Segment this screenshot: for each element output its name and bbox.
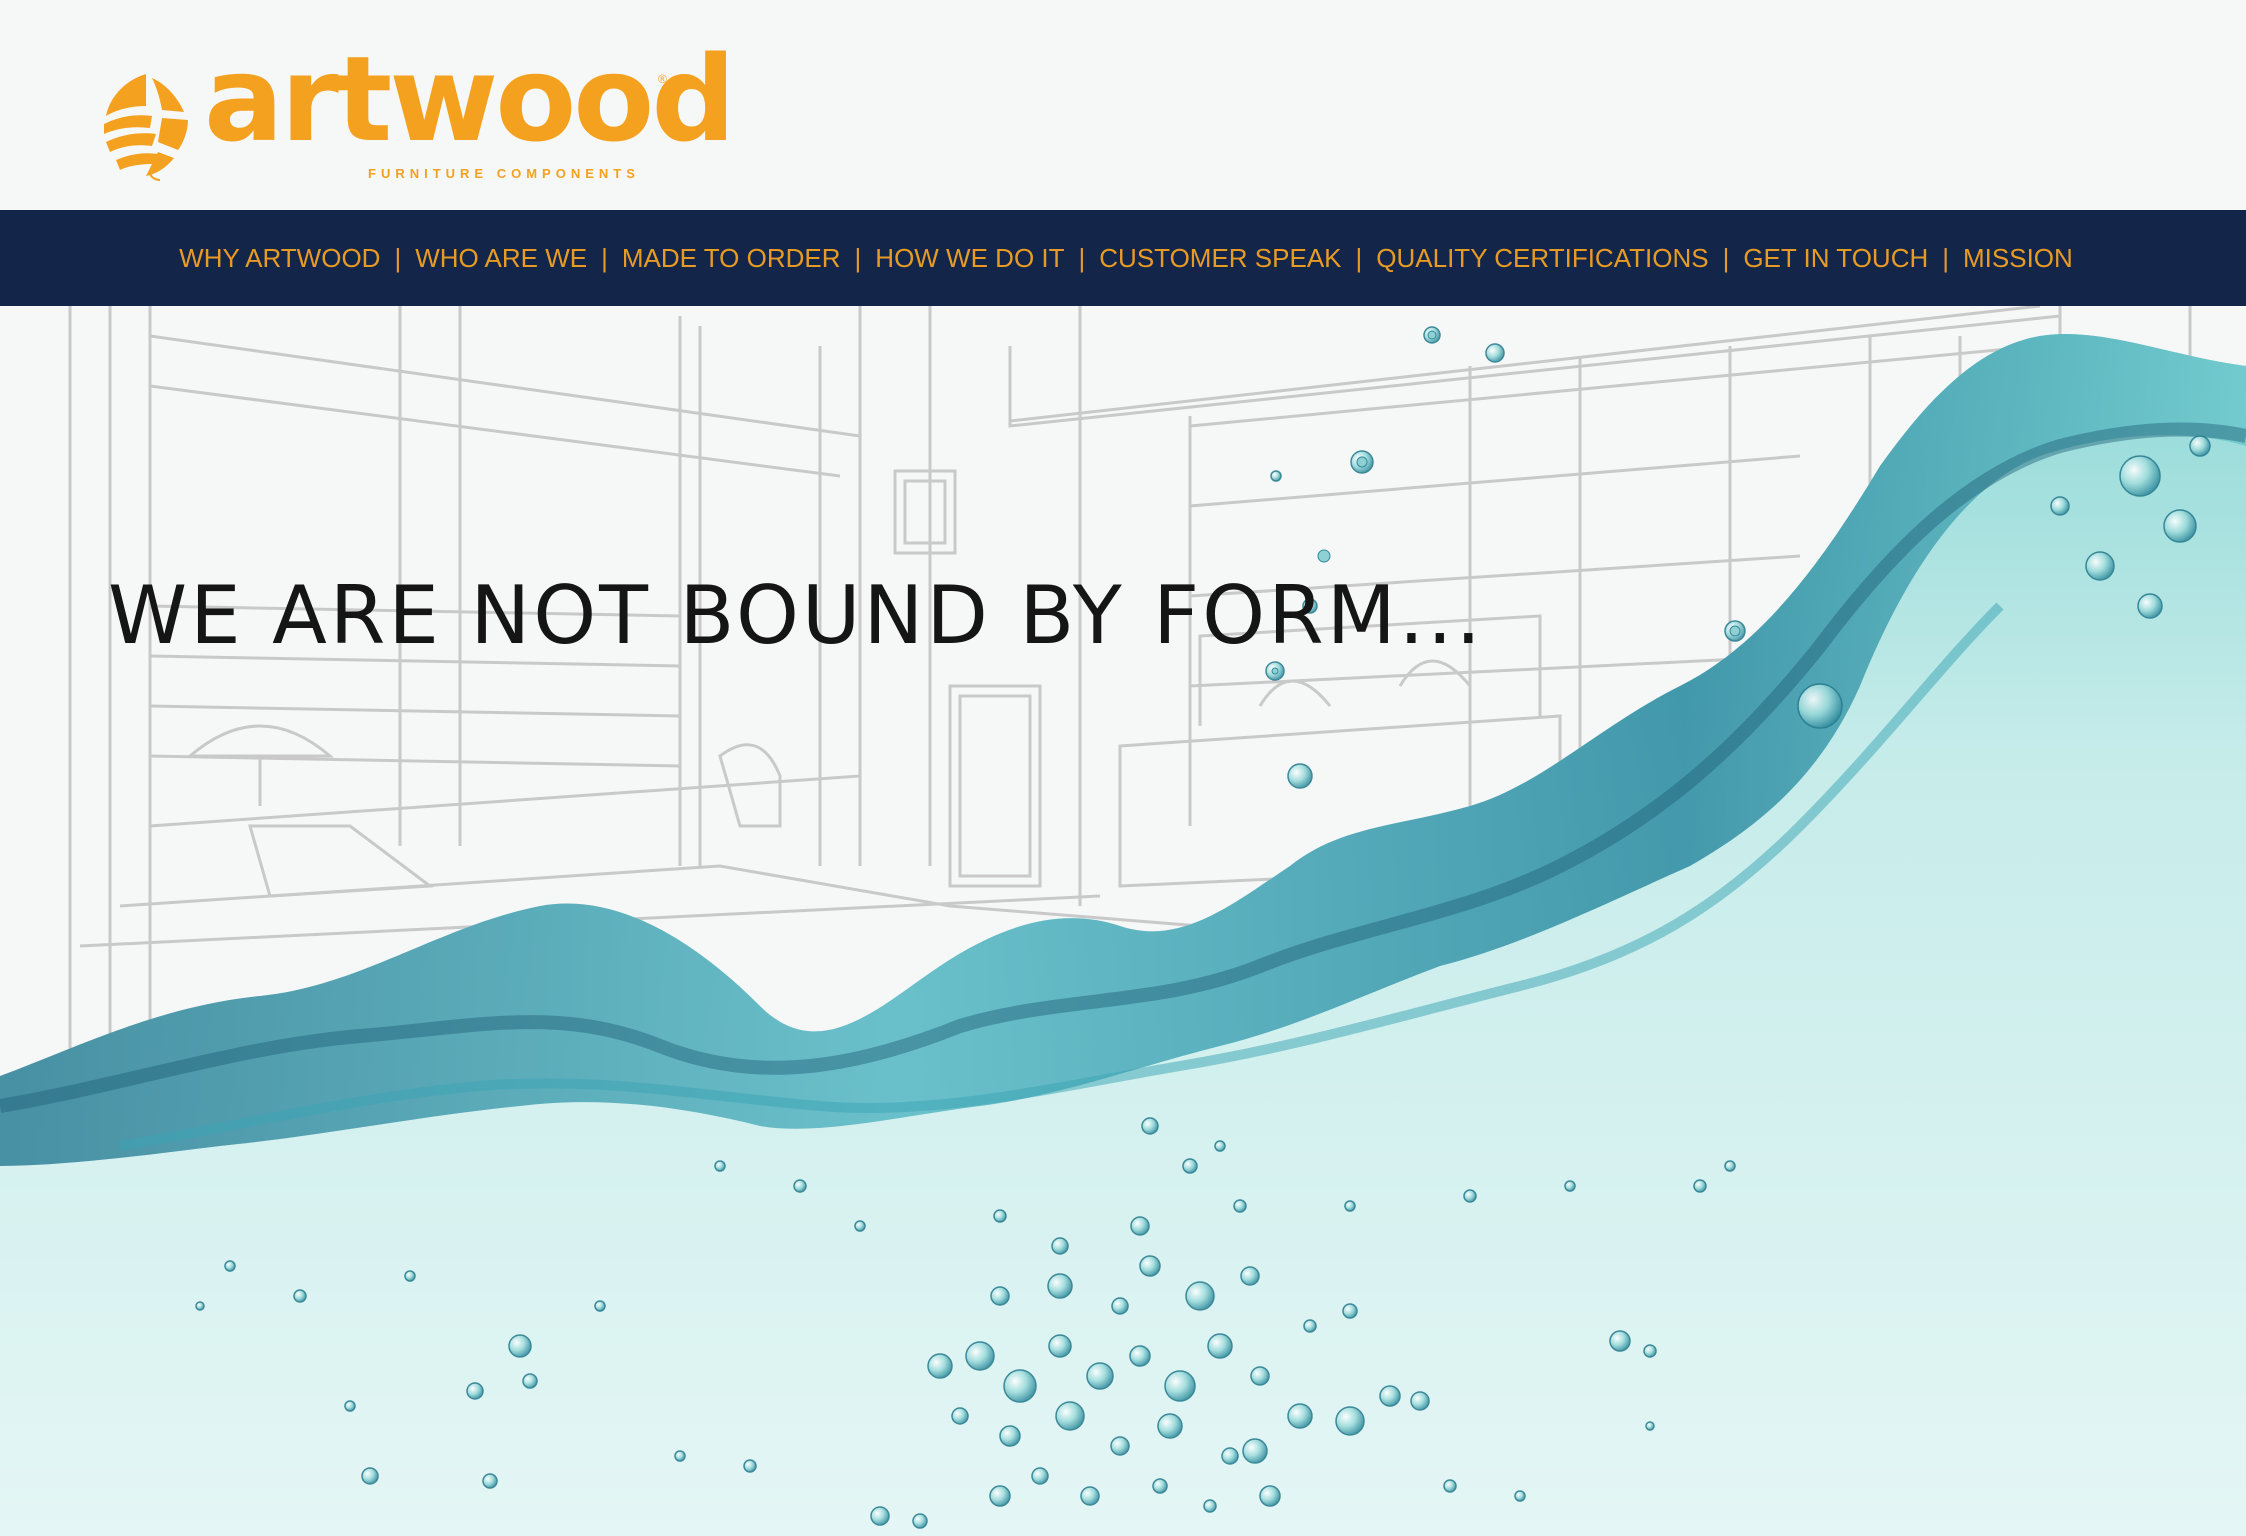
registered-mark: ® xyxy=(658,72,667,86)
nav-separator: | xyxy=(1942,242,1950,273)
nav-item-customer-speak[interactable]: CUSTOMER SPEAK xyxy=(1099,243,1341,274)
nav-separator: | xyxy=(1078,242,1086,273)
nav-separator: | xyxy=(1355,242,1363,273)
hero-headline: WE ARE NOT BOUND BY FORM... xyxy=(108,568,1485,662)
site-header: artwood ® FURNITURE COMPONENTS xyxy=(0,0,2246,210)
nav-item-mission[interactable]: MISSION xyxy=(1963,243,2073,274)
nav-separator: | xyxy=(1722,242,1730,273)
nav-item-quality-certifications[interactable]: QUALITY CERTIFICATIONS xyxy=(1376,243,1708,274)
brand-wordmark: artwood xyxy=(204,30,736,168)
nav-item-why-artwood[interactable]: WHY ARTWOOD xyxy=(179,243,380,274)
nav-item-who-are-we[interactable]: WHO ARE WE xyxy=(415,243,587,274)
leaf-logo-icon xyxy=(104,74,188,181)
nav-separator: | xyxy=(394,242,402,273)
nav-item-made-to-order[interactable]: MADE TO ORDER xyxy=(622,243,841,274)
hero-banner: WE ARE NOT BOUND BY FORM... xyxy=(0,306,2246,1536)
hero-illustration xyxy=(0,306,2246,1536)
nav-separator: | xyxy=(601,242,608,273)
artwood-logo[interactable]: artwood ® FURNITURE COMPONENTS xyxy=(100,40,736,187)
nav-list: WHY ARTWOOD | WHO ARE WE | MADE TO ORDER… xyxy=(6,210,2246,306)
nav-separator: | xyxy=(854,242,862,273)
nav-item-get-in-touch[interactable]: GET IN TOUCH xyxy=(1743,243,1928,274)
main-navigation: WHY ARTWOOD | WHO ARE WE | MADE TO ORDER… xyxy=(0,210,2246,306)
brand-tagline: FURNITURE COMPONENTS xyxy=(368,166,640,181)
nav-item-how-we-do-it[interactable]: HOW WE DO IT xyxy=(875,243,1064,274)
